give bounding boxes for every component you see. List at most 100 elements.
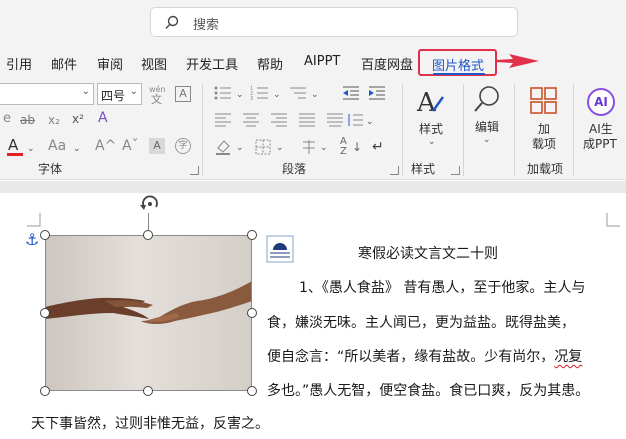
layout-options-icon[interactable] — [266, 235, 294, 263]
tab-review[interactable]: 审阅 — [97, 54, 123, 73]
resize-handle-top-right[interactable] — [247, 230, 257, 240]
tab-mailings[interactable]: 邮件 — [51, 54, 77, 73]
justify-icon[interactable] — [298, 112, 316, 128]
chevron-down-icon[interactable]: ⌄ — [73, 142, 81, 156]
bullets-icon[interactable] — [213, 85, 233, 101]
tab-view[interactable]: 视图 — [141, 54, 167, 73]
font-name-combo[interactable]: ⌄ — [0, 83, 94, 105]
distributed-icon[interactable] — [326, 112, 344, 128]
borders-icon[interactable] — [254, 138, 272, 156]
character-shading-icon[interactable]: A — [149, 138, 165, 154]
tab-references[interactable]: 引用 — [6, 54, 32, 73]
strikethrough-partial-icon[interactable]: e — [3, 112, 11, 126]
page-corner-mark — [27, 213, 41, 227]
font-color-swatch — [7, 153, 23, 156]
resize-handle-left[interactable] — [40, 308, 50, 318]
group-separator — [202, 84, 203, 176]
doc-line-3: 便自念言：“所以美者，缘有盐故。少有尚尔，况复 — [267, 346, 582, 366]
chevron-down-icon[interactable]: ⌄ — [311, 88, 319, 102]
group-separator — [402, 84, 403, 176]
subscript-icon[interactable]: x₂ — [48, 113, 60, 127]
grow-font-icon[interactable]: A^ — [95, 139, 116, 153]
tab-picture-format[interactable]: 图片格式 — [418, 49, 497, 76]
resize-handle-top-left[interactable] — [40, 230, 50, 240]
character-border-icon[interactable]: A — [175, 86, 191, 102]
chevron-down-icon[interactable]: ⌄ — [320, 141, 328, 155]
group-label-font: 字体 — [38, 162, 63, 176]
font-size-value: 四号 — [101, 89, 126, 103]
doc-line-2: 食，嫌淡无味。主人闻已，更为益盐。既得盐美， — [267, 315, 575, 331]
font-color-icon[interactable]: A — [8, 138, 18, 153]
resize-handle-right[interactable] — [247, 308, 257, 318]
chevron-down-icon[interactable]: ⌄ — [273, 88, 281, 102]
page-corner-mark — [606, 213, 620, 227]
tab-aippt[interactable]: AIPPT — [304, 54, 340, 69]
page-gap — [0, 181, 626, 193]
align-center-icon[interactable] — [242, 112, 260, 128]
chevron-down-icon: ⌄ — [483, 135, 491, 145]
superscript-icon[interactable]: x² — [72, 112, 84, 126]
chevron-down-icon[interactable]: ⌄ — [236, 88, 244, 102]
group-label-addins: 加载项 — [527, 162, 564, 176]
sort-icon[interactable]: AZ — [340, 137, 347, 157]
change-case-icon[interactable]: Aa — [48, 139, 66, 153]
line-spacing-icon[interactable] — [346, 112, 364, 128]
ai-ppt-icon[interactable]: AI — [587, 88, 615, 116]
search-placeholder: 搜索 — [193, 18, 220, 33]
align-right-icon[interactable] — [270, 112, 288, 128]
decrease-indent-icon[interactable] — [342, 85, 360, 101]
rotate-handle-icon[interactable] — [138, 193, 162, 215]
magnifier-icon[interactable] — [472, 84, 504, 116]
resize-handle-bottom-left[interactable] — [40, 386, 50, 396]
annotation-arrow-icon — [495, 54, 539, 68]
multilevel-list-icon[interactable] — [288, 85, 308, 101]
ai-badge-text: AI — [594, 95, 608, 109]
chevron-down-icon: ⌄ — [129, 86, 138, 97]
sort-arrow-icon: ↓ — [352, 140, 363, 154]
doc-line-4: 多也。”愚人无智，便空食盐。食已口爽，反为其患。 — [267, 383, 590, 399]
svg-text:3: 3 — [250, 96, 253, 101]
document-title: 寒假必读文言文二十则 — [358, 246, 498, 262]
show-marks-icon[interactable]: ↵ — [372, 140, 384, 154]
clear-format-icon[interactable]: A — [98, 111, 108, 125]
shading-icon[interactable] — [214, 138, 232, 156]
resize-handle-bottom-right[interactable] — [247, 386, 257, 396]
addins-icon[interactable] — [529, 86, 559, 116]
picture-selection-frame — [45, 235, 252, 391]
chevron-down-icon: ⌄ — [428, 137, 436, 147]
search-box[interactable]: 搜索 — [150, 7, 518, 37]
spelling-flag[interactable]: 况复 — [554, 349, 582, 365]
numbering-icon[interactable]: 123 — [250, 85, 270, 101]
chevron-down-icon[interactable]: ⌄ — [236, 141, 244, 155]
search-icon — [165, 15, 179, 29]
align-left-icon[interactable] — [214, 112, 232, 128]
chevron-down-icon[interactable]: ⌄ — [27, 142, 35, 156]
group-separator — [463, 84, 464, 176]
paragraph-dialog-launcher-icon[interactable] — [390, 166, 399, 175]
font-dialog-launcher-icon[interactable] — [190, 166, 199, 175]
anchor-icon[interactable]: ⚓ — [25, 232, 39, 248]
tab-help[interactable]: 帮助 — [257, 54, 283, 73]
ai-ppt-label-line2[interactable]: 成PPT — [583, 135, 617, 152]
enclose-characters-icon[interactable]: 字 — [175, 138, 191, 154]
shrink-font-icon[interactable]: Aˇ — [122, 139, 139, 153]
tab-baidu-netdisk[interactable]: 百度网盘 — [361, 54, 413, 73]
chevron-down-icon[interactable]: ⌄ — [276, 141, 284, 155]
styles-icon[interactable]: A — [415, 85, 447, 117]
tab-developer[interactable]: 开发工具 — [186, 54, 238, 73]
svg-text:A: A — [416, 88, 437, 117]
addins-label-line2[interactable]: 载项 — [532, 135, 556, 152]
styles-dialog-launcher-icon[interactable] — [451, 166, 460, 175]
resize-handle-bottom[interactable] — [143, 386, 153, 396]
group-label-styles: 样式 — [411, 162, 436, 176]
group-separator — [514, 84, 515, 176]
chevron-down-icon: ⌄ — [81, 86, 90, 97]
chinese-layout-icon[interactable] — [300, 138, 318, 156]
strikethrough-icon[interactable]: ab — [20, 113, 35, 127]
increase-indent-icon[interactable] — [368, 85, 386, 101]
resize-handle-top[interactable] — [143, 230, 153, 240]
font-size-combo[interactable]: 四号 ⌄ — [97, 83, 142, 105]
chevron-down-icon[interactable]: ⌄ — [366, 115, 374, 129]
active-tab-underline — [433, 73, 485, 75]
phonetic-guide-char: 文 — [151, 93, 162, 106]
